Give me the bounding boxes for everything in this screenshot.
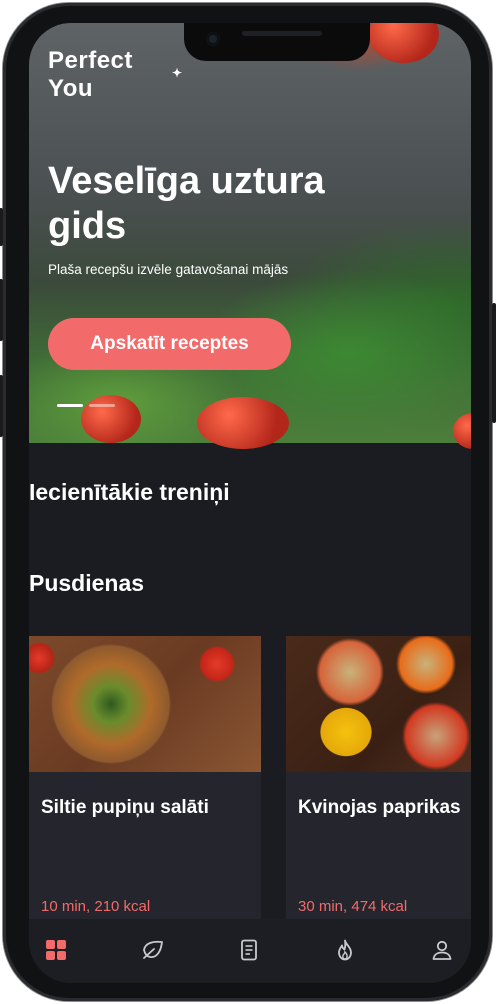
carousel-dot-1[interactable] <box>57 404 83 407</box>
view-recipes-button[interactable]: Apskatīt receptes <box>48 318 291 370</box>
volume-up-button <box>0 279 3 341</box>
app-screen: Perfect You ✦ Veselīga uztura gids Plaša… <box>29 23 471 983</box>
recipe-card[interactable]: Kvinojas paprikas 30 min, 474 kcal <box>286 636 471 919</box>
nav-item-profile[interactable] <box>427 935 457 965</box>
hero-title: Veselīga uztura gids <box>48 160 325 247</box>
document-icon <box>241 939 257 961</box>
section-title-trainings: Iecienītākie treniņi <box>29 479 230 505</box>
hero-tomato <box>197 397 289 449</box>
volume-down-button <box>0 375 3 437</box>
sparkle-icon: ✦ <box>172 66 183 80</box>
nav-item-nutrition[interactable] <box>138 935 168 965</box>
phone-frame: Perfect You ✦ Veselīga uztura gids Plaša… <box>0 3 496 1001</box>
recipe-name: Siltie pupiņu salāti <box>41 797 209 818</box>
hero-banner: Perfect You ✦ Veselīga uztura gids Plaša… <box>29 23 471 449</box>
recipe-name: Kvinojas paprikas <box>298 797 461 818</box>
recipe-card[interactable]: Siltie pupiņu salāti 10 min, 210 kcal <box>29 636 261 919</box>
mute-switch <box>0 208 3 246</box>
power-button <box>492 303 496 423</box>
nav-item-recipes[interactable] <box>234 935 264 965</box>
recipe-image <box>29 636 261 772</box>
hero-tomato <box>81 395 141 443</box>
bottom-nav <box>29 919 471 983</box>
speaker <box>242 31 322 36</box>
user-icon <box>432 940 452 960</box>
section-title-lunch: Pusdienas <box>29 570 145 596</box>
nav-item-workouts[interactable] <box>330 935 360 965</box>
logo-line-1: Perfect <box>48 47 133 74</box>
recipe-meta: 10 min, 210 kcal <box>41 898 151 915</box>
carousel-indicator <box>57 404 115 407</box>
app-logo: Perfect You ✦ <box>48 47 182 103</box>
leaf-icon <box>143 940 163 959</box>
hero-subtitle: Plaša recepšu izvēle gatavošanai mājās <box>48 262 289 277</box>
front-camera <box>206 32 220 46</box>
flame-icon <box>338 939 352 961</box>
recipe-image <box>286 636 471 772</box>
logo-line-2: You <box>48 75 94 102</box>
recipe-carousel[interactable]: Siltie pupiņu salāti 10 min, 210 kcal Kv… <box>29 636 471 919</box>
hero-tomato <box>369 23 439 63</box>
hero-tomato <box>453 413 471 449</box>
recipe-meta: 30 min, 474 kcal <box>298 898 408 915</box>
grid-icon <box>46 940 66 960</box>
carousel-dot-2[interactable] <box>89 404 115 407</box>
nav-item-home[interactable] <box>41 935 71 965</box>
notch <box>184 23 370 61</box>
